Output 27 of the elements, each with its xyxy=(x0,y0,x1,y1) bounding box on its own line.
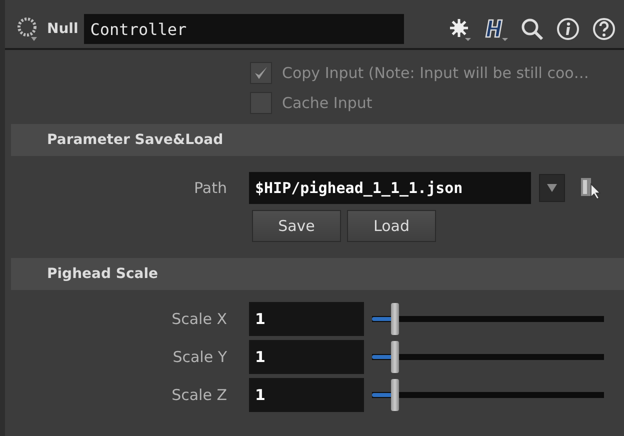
field-label: Path xyxy=(193,179,227,197)
action-button[interactable]: Load xyxy=(347,210,436,242)
section-title: Pighead Scale xyxy=(47,266,158,282)
section-title: Parameter Save&Load xyxy=(47,132,224,148)
gear-icon[interactable] xyxy=(448,17,472,41)
param-label: Scale Y xyxy=(172,348,227,366)
node-type-label: Null xyxy=(47,21,78,37)
value-field[interactable]: 1 xyxy=(249,340,364,374)
value-field[interactable]: 1 xyxy=(249,302,364,336)
param-label: Scale Z xyxy=(170,386,227,404)
caret-icon xyxy=(547,184,557,192)
slider-thumb[interactable] xyxy=(391,341,400,373)
search-icon[interactable] xyxy=(520,17,544,41)
checkbox-label: Copy Input (Note: Input will be still coo… xyxy=(282,64,589,82)
slider-thumb[interactable] xyxy=(391,379,400,411)
help-icon[interactable] xyxy=(592,17,616,41)
letter-h-icon[interactable] xyxy=(484,17,508,41)
node-name-field[interactable]: Controller xyxy=(84,14,404,44)
param-label: Scale X xyxy=(170,310,227,328)
value-field[interactable]: 1 xyxy=(249,378,364,412)
path-field[interactable]: $HIP/pighead_1_1_1.json xyxy=(249,172,531,204)
dropdown-button[interactable] xyxy=(539,174,565,202)
slider-thumb[interactable] xyxy=(391,303,400,335)
checkbox-label: Cache Input xyxy=(282,94,372,112)
info-icon[interactable] xyxy=(556,17,580,41)
file-browse-icon[interactable] xyxy=(579,176,601,200)
action-button[interactable]: Save xyxy=(252,210,341,242)
